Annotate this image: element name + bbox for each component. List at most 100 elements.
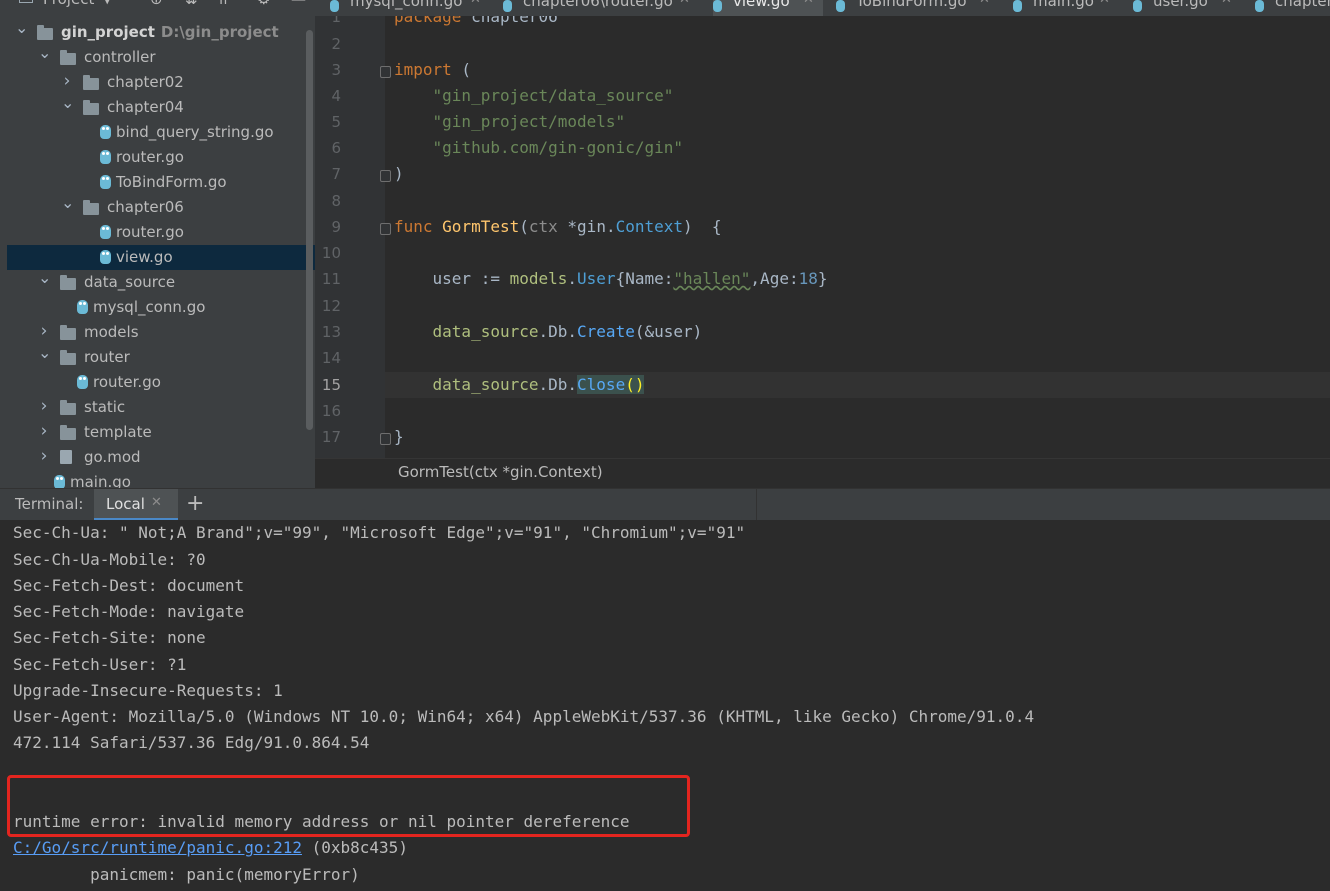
locate-icon[interactable]: ⊕ bbox=[150, 0, 163, 8]
code-line[interactable]: "gin_project/data_source" bbox=[394, 86, 674, 105]
expand-all-icon[interactable]: ⇊ bbox=[185, 0, 198, 8]
tab-main-go[interactable]: main.go ✕ bbox=[1013, 0, 1119, 16]
stack-trace-link[interactable]: C:/Go/src/runtime/panic.go:212 bbox=[13, 838, 302, 857]
tab-label: main.go bbox=[1033, 0, 1094, 10]
chevron-right-icon[interactable]: › bbox=[38, 419, 50, 444]
fold-marker-icon[interactable] bbox=[380, 433, 391, 445]
tree-item[interactable]: ⌄ gin_project D:\gin_project bbox=[7, 18, 315, 45]
go-file-icon bbox=[100, 125, 111, 139]
tree-item[interactable]: ⌄ chapter06 bbox=[7, 193, 315, 220]
tree-item[interactable]: ToBindForm.go bbox=[7, 170, 315, 195]
line-number: 9 bbox=[331, 218, 341, 236]
code-line[interactable]: "github.com/gin-gonic/gin" bbox=[394, 138, 683, 157]
chevron-down-icon[interactable]: ⌄ bbox=[38, 40, 51, 65]
file-icon bbox=[60, 450, 72, 464]
go-file-icon bbox=[1133, 0, 1142, 12]
close-icon[interactable]: ✕ bbox=[470, 0, 481, 7]
tab-tobindform-go[interactable]: ToBindForm.go ✕ bbox=[836, 0, 999, 16]
tab-mysql-conn-go[interactable]: mysql_conn.go ✕ bbox=[330, 0, 490, 16]
chevron-down-icon[interactable]: ⌄ bbox=[61, 90, 74, 115]
fold-marker-icon[interactable] bbox=[380, 66, 391, 78]
code-line[interactable]: user := models.User{Name:"hallen",Age:18… bbox=[394, 269, 828, 288]
terminal-line: Upgrade-Insecure-Requests: 1 bbox=[13, 681, 283, 700]
chevron-down-icon[interactable]: ⌄ bbox=[38, 265, 51, 290]
line-number: 12 bbox=[321, 297, 341, 315]
tab-chapter[interactable]: chapter bbox=[1255, 0, 1330, 16]
tree-item[interactable]: ⌄ chapter04 bbox=[7, 93, 315, 120]
editor-tab-bar: mysql_conn.go✕ chapter06\router.go✕ view.g… bbox=[315, 0, 1330, 17]
project-scrollbar[interactable] bbox=[306, 30, 313, 430]
tree-item[interactable]: view.go bbox=[7, 245, 315, 270]
close-icon[interactable]: ✕ bbox=[151, 495, 162, 510]
chevron-down-icon[interactable]: ▼ bbox=[103, 0, 111, 6]
close-icon[interactable]: ✕ bbox=[679, 0, 690, 7]
project-tree: ⌄ gin_project D:\gin_project ⌄ controller › ch… bbox=[7, 18, 315, 488]
terminal-trace-line: C:/Go/src/runtime/panic.go:212 (0xb8c435… bbox=[13, 838, 408, 857]
tree-item[interactable]: mysql_conn.go bbox=[7, 295, 315, 320]
close-icon[interactable]: ✕ bbox=[803, 0, 814, 7]
code-line[interactable]: ) bbox=[394, 164, 404, 183]
close-icon[interactable]: ✕ bbox=[1221, 0, 1232, 7]
line-number: 6 bbox=[331, 139, 341, 157]
project-panel: Project ▼ ⊕ ⇊ ⇈ ⚙ — ⌄ gin_projectD:\gin_p… bbox=[7, 0, 315, 488]
terminal-tab-local[interactable]: Local ✕ bbox=[94, 489, 178, 521]
add-terminal-button[interactable]: + bbox=[186, 491, 204, 516]
minimize-icon[interactable]: — bbox=[291, 0, 306, 8]
tree-item[interactable]: › go.mod bbox=[7, 445, 315, 470]
collapse-all-icon[interactable]: ⇈ bbox=[217, 0, 230, 8]
tree-item-label: gin_project D:\gin_project bbox=[61, 23, 279, 41]
tree-item-label: chapter02 bbox=[107, 73, 184, 91]
tree-item[interactable]: › static bbox=[7, 395, 315, 420]
tree-item[interactable]: bind_query_string.go bbox=[7, 120, 315, 145]
tree-item-label: view.go bbox=[116, 248, 173, 266]
folder-icon bbox=[83, 200, 99, 215]
gear-icon[interactable]: ⚙ bbox=[257, 0, 270, 8]
code-line[interactable]: func GormTest(ctx *gin.Context) { bbox=[394, 217, 722, 236]
tree-item[interactable]: router.go bbox=[7, 145, 315, 170]
tree-item[interactable]: main.go bbox=[7, 470, 315, 488]
close-icon[interactable]: ✕ bbox=[979, 0, 990, 7]
go-file-icon bbox=[100, 225, 111, 239]
project-panel-header: Project ▼ ⊕ ⇊ ⇈ ⚙ — bbox=[7, 0, 315, 12]
error-highlight-box bbox=[7, 775, 690, 837]
chevron-right-icon[interactable]: › bbox=[38, 394, 50, 419]
fold-marker-icon[interactable] bbox=[380, 223, 391, 235]
code-line[interactable]: package chapter06 bbox=[394, 16, 558, 26]
code-editor[interactable]: 1 2 3 4 5 6 7 8 9 10 11 12 13 14 15 16 17 package chapte… bbox=[315, 16, 1330, 458]
folder-icon bbox=[60, 350, 76, 365]
go-file-icon bbox=[713, 0, 722, 12]
chevron-down-icon[interactable]: ⌄ bbox=[15, 15, 28, 40]
code-line[interactable]: "gin_project/models" bbox=[394, 112, 626, 131]
tab-chapter06-router-go[interactable]: chapter06\router.go ✕ bbox=[503, 0, 699, 16]
code-line[interactable]: import ( bbox=[394, 60, 471, 79]
tree-item-label: mysql_conn.go bbox=[93, 298, 206, 316]
project-view-label[interactable]: Project bbox=[43, 0, 94, 8]
fold-marker-icon[interactable] bbox=[380, 170, 391, 182]
tab-label: chapter bbox=[1275, 0, 1330, 10]
close-icon[interactable]: ✕ bbox=[1099, 0, 1110, 7]
go-file-icon bbox=[1255, 0, 1264, 12]
code-line[interactable]: data_source.Db.Close() bbox=[394, 375, 645, 394]
tree-item[interactable]: ⌄ router bbox=[7, 343, 315, 370]
chevron-down-icon[interactable]: ⌄ bbox=[61, 190, 74, 215]
tree-item[interactable]: ⌄ data_source bbox=[7, 268, 315, 295]
tree-item[interactable]: router.go bbox=[7, 220, 315, 245]
code-line[interactable]: } bbox=[394, 427, 404, 446]
tab-user-go[interactable]: user.go ✕ bbox=[1133, 0, 1241, 16]
go-file-icon bbox=[503, 0, 512, 12]
line-number: 1 bbox=[331, 16, 341, 26]
line-number: 5 bbox=[331, 113, 341, 131]
tree-item[interactable]: ⌄ controller bbox=[7, 43, 315, 70]
code-line[interactable]: data_source.Db.Create(&user) bbox=[394, 322, 703, 341]
folder-icon bbox=[60, 425, 76, 440]
chevron-down-icon[interactable]: ⌄ bbox=[38, 340, 51, 365]
tree-item[interactable]: › template bbox=[7, 420, 315, 445]
go-file-icon bbox=[100, 250, 111, 264]
breadcrumb-function[interactable]: GormTest(ctx *gin.Context) bbox=[398, 463, 603, 481]
chevron-right-icon[interactable]: › bbox=[38, 444, 50, 469]
tree-item[interactable]: › chapter02 bbox=[7, 70, 315, 95]
terminal-line: Sec-Fetch-Site: none bbox=[13, 628, 206, 647]
tab-view-go[interactable]: view.go ✕ bbox=[713, 0, 823, 16]
tree-item[interactable]: › models bbox=[7, 320, 315, 345]
tree-item[interactable]: router.go bbox=[7, 370, 315, 395]
